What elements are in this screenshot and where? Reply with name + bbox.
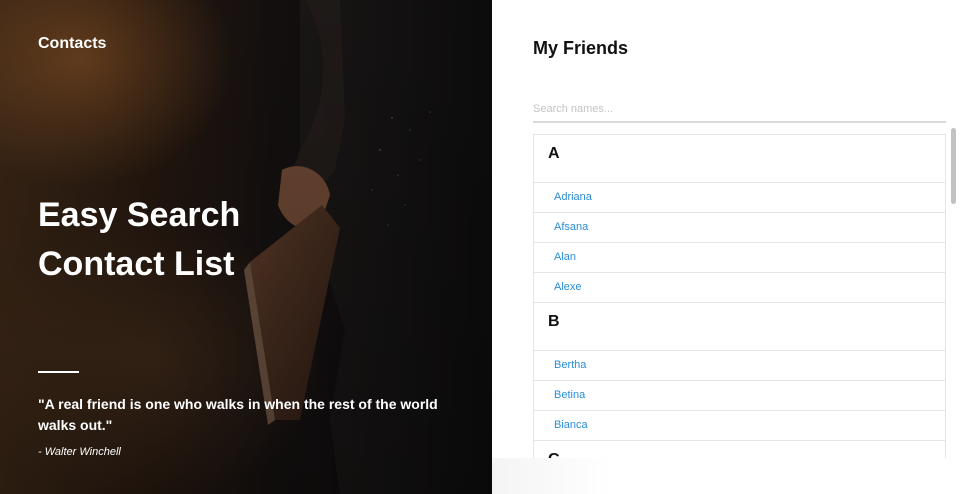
headline-line-2: Contact List xyxy=(38,245,235,283)
contact-item[interactable]: Alexe xyxy=(533,273,946,303)
bottom-edge xyxy=(492,458,980,494)
list-scrollbar[interactable] xyxy=(951,128,957,458)
group-header-c: C xyxy=(533,441,946,458)
headline-line-1: Easy Search xyxy=(38,196,241,234)
contact-list[interactable]: A Adriana Afsana Alan Alexe B Bertha Bet… xyxy=(533,134,946,458)
hero-headline: Easy Search Contact List xyxy=(38,191,240,289)
brand-title[interactable]: Contacts xyxy=(38,35,106,53)
group-header-b: B xyxy=(533,303,946,351)
scrollbar-thumb[interactable] xyxy=(951,128,956,204)
group-header-a: A xyxy=(533,135,946,183)
contact-item[interactable]: Alan xyxy=(533,243,946,273)
search-input[interactable] xyxy=(533,96,946,123)
contact-item[interactable]: Afsana xyxy=(533,213,946,243)
hero-panel: Contacts Easy Search Contact List "A rea… xyxy=(0,0,492,494)
contact-item[interactable]: Bianca xyxy=(533,411,946,441)
contact-item[interactable]: Betina xyxy=(533,381,946,411)
quote-author: - Walter Winchell xyxy=(38,446,121,458)
contact-item[interactable]: Adriana xyxy=(533,183,946,213)
contacts-panel: My Friends A Adriana Afsana Alan Alexe B… xyxy=(492,0,980,494)
hero-quote: "A real friend is one who walks in when … xyxy=(38,396,438,433)
panel-title: My Friends xyxy=(533,38,629,58)
contact-item[interactable]: Bertha xyxy=(533,351,946,381)
quote-divider xyxy=(38,371,79,373)
